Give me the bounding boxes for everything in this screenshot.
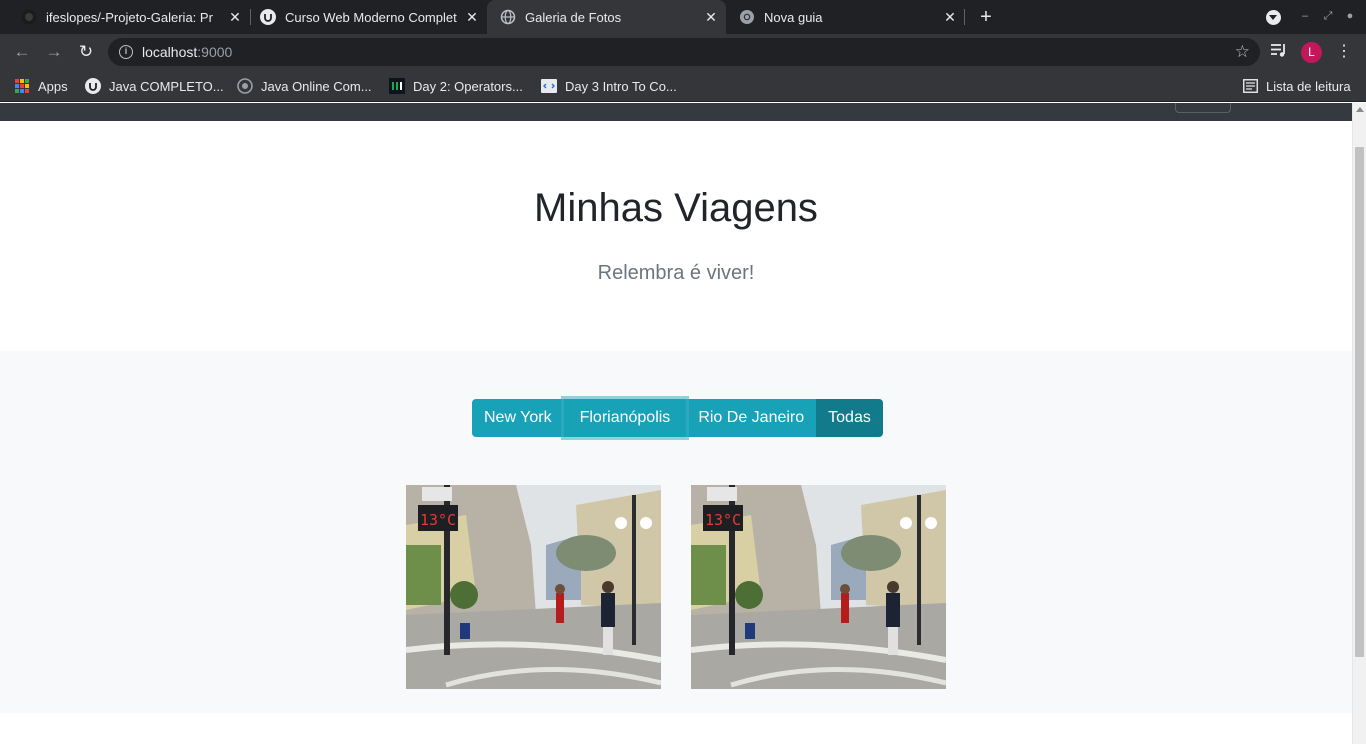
tab-title: Galeria de Fotos [525,9,622,25]
bookmark-label: Day 3 Intro To Co... [565,78,677,94]
kebab-menu-icon[interactable]: ⋮ [1334,42,1354,62]
chrome-icon [739,9,755,25]
media-queue-icon[interactable] [1269,42,1289,62]
page-title: Minhas Viagens [534,186,818,230]
browser-tab-strip: ifeslopes/-Projeto-Galeria: Pr ✕ Curso W… [0,0,1366,34]
close-tab-icon[interactable]: ✕ [227,9,243,25]
tab-title: Nova guia [764,9,823,25]
bookmark-apps[interactable]: Apps [14,77,68,95]
page-viewport: Minhas Viagens Relembra é viver! New Yor… [0,103,1352,744]
gallery-photo[interactable]: 13°C [691,485,946,689]
close-tab-icon[interactable]: ✕ [464,9,480,25]
close-window-icon[interactable]: ● [1342,8,1358,24]
filter-new-york-button[interactable]: New York [472,399,564,437]
hackerrank-icon [389,78,405,94]
tab-galeria-de-fotos[interactable]: Galeria de Fotos ✕ [487,0,726,34]
florianopolis-street-photo: 13°C [406,485,661,689]
tab-nova-guia[interactable]: Nova guia ✕ [726,0,965,34]
gallery-section: New York Florianópolis Rio De Janeiro To… [0,351,1352,713]
bookmark-java-completo[interactable]: Java COMPLETO... [85,77,224,95]
back-arrow-icon[interactable]: ← [12,42,32,62]
bookmark-label: Day 2: Operators... [413,78,523,94]
tab-search-icon[interactable] [1266,10,1281,25]
page-footer-area [0,713,1352,744]
bookmark-day-2[interactable]: Day 2: Operators... [389,77,523,95]
browser-toolbar: ← → ↻ i localhost:9000 ☆ L ⋮ [0,34,1366,70]
bookmark-label: Java COMPLETO... [109,78,224,94]
scroll-up-arrow-icon[interactable] [1356,107,1364,112]
bookmark-label: Java Online Com... [261,78,372,94]
globe-icon [500,9,516,25]
forward-arrow-icon[interactable]: → [44,42,64,62]
thermometer-clock-text: 13°C [420,511,456,529]
page-subtitle: Relembra é viver! [597,262,755,284]
tab-separator [964,9,965,25]
address-bar[interactable]: i localhost:9000 ☆ [108,38,1260,66]
url-port: :9000 [197,44,233,60]
jumbotron: Minhas Viagens Relembra é viver! [0,121,1352,351]
compiler-icon [237,78,253,94]
filter-florianopolis-button[interactable]: Florianópolis [563,399,687,437]
bookmark-label: Apps [38,78,68,94]
udemy-icon [85,78,101,94]
navbar-toggler-button[interactable] [1175,103,1231,113]
close-tab-icon[interactable]: ✕ [942,9,958,25]
thermometer-clock-text: 13°C [705,511,741,529]
restore-icon[interactable]: ⤢ [1320,8,1336,24]
reading-list[interactable]: Lista de leitura [1242,77,1351,95]
bookmark-java-online[interactable]: Java Online Com... [237,77,372,95]
minimize-icon[interactable]: – [1297,8,1313,24]
tab-udemy-course[interactable]: Curso Web Moderno Complet ✕ [247,0,487,34]
gallery-photo[interactable]: 13°C [406,485,661,689]
reload-icon[interactable]: ↻ [76,42,96,62]
tab-title: Curso Web Moderno Complet [285,9,457,25]
github-icon [21,9,37,25]
site-info-icon[interactable]: i [119,45,133,59]
reading-list-icon [1242,78,1258,94]
scrollbar-thumb[interactable] [1355,147,1364,657]
bookmarks-bar: Apps Java COMPLETO... Java Online Com...… [0,70,1366,102]
site-navbar [0,103,1352,121]
url-text[interactable]: localhost:9000 [142,44,232,60]
profile-avatar[interactable]: L [1301,42,1322,63]
florianopolis-street-photo: 13°C [691,485,946,689]
url-host: localhost [142,44,198,60]
filter-button-group: New York Florianópolis Rio De Janeiro To… [472,399,883,437]
tab-title: ifeslopes/-Projeto-Galeria: Pr [46,9,213,25]
filter-todas-button[interactable]: Todas [816,399,883,437]
bookmark-day-3[interactable]: Day 3 Intro To Co... [541,77,677,95]
reading-list-label: Lista de leitura [1266,78,1351,94]
code-icon [541,78,557,94]
apps-grid-icon [14,78,30,94]
udemy-icon [260,9,276,25]
bookmark-star-icon[interactable]: ☆ [1235,42,1250,62]
close-tab-icon[interactable]: ✕ [703,9,719,25]
tab-github[interactable]: ifeslopes/-Projeto-Galeria: Pr ✕ [8,0,250,34]
filter-rio-de-janeiro-button[interactable]: Rio De Janeiro [686,399,817,437]
new-tab-button[interactable]: + [976,7,996,27]
page-scrollbar[interactable] [1352,103,1366,744]
